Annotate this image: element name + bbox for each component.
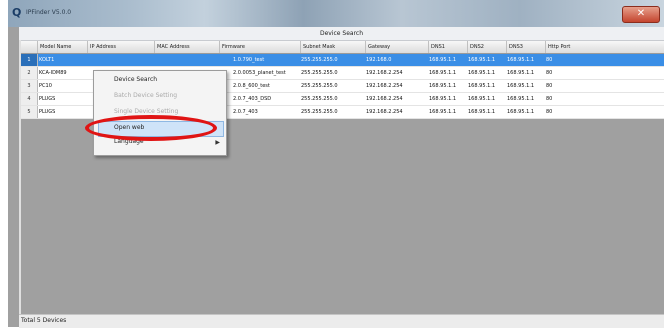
col-dns2[interactable]: DNS2 <box>467 41 508 53</box>
cell-dns2: 168.95.1.1 <box>468 83 496 89</box>
cell-dns3: 168.95.1.1 <box>507 109 535 115</box>
cell-dns3: 168.95.1.1 <box>507 70 535 76</box>
cell-dns2: 168.95.1.1 <box>468 96 496 102</box>
cell-model: PC10 <box>39 83 52 89</box>
col-ip-address[interactable]: IP Address <box>87 41 156 53</box>
col-dns1[interactable]: DNS1 <box>428 41 469 53</box>
cell-model: PLUGS <box>39 109 56 115</box>
app-magnifier-icon: Q <box>12 6 22 19</box>
cell-firmware: 2.0.0053_planet_test <box>233 70 286 76</box>
menu-item-device-search[interactable]: Device Search <box>114 73 157 87</box>
cell-ip <box>87 54 153 66</box>
menu-item-batch-device-setting[interactable]: Batch Device Setting <box>114 89 177 103</box>
row-index: 3 <box>21 80 38 92</box>
cell-subnet: 255.255.255.0 <box>301 96 338 102</box>
cell-dns1: 168.95.1.1 <box>429 96 457 102</box>
cell-dns2: 168.95.1.1 <box>468 109 496 115</box>
close-button[interactable]: ✕ <box>622 6 660 23</box>
col-firmware[interactable]: Firmware <box>219 41 302 53</box>
cell-gateway: 192.168.0 <box>366 57 392 63</box>
table-row[interactable]: 1 KOLT1 1.0.790_test 255.255.255.0 192.1… <box>21 54 664 67</box>
cell-model: PLUGS <box>39 96 56 102</box>
cell-firmware: 2.0.7_403 <box>233 109 258 115</box>
window-title: IPFinder V5.0.0 <box>26 9 72 16</box>
cell-dns1: 168.95.1.1 <box>429 83 457 89</box>
row-index: 2 <box>21 67 38 79</box>
cell-gateway: 192.168.2.254 <box>366 109 403 115</box>
row-index: 5 <box>21 106 38 118</box>
cell-http: 80 <box>546 109 553 115</box>
cell-firmware: 2.0.7_403_DSD <box>233 96 272 102</box>
status-bar: Total 5 Devices <box>19 314 664 328</box>
annotation-ellipse <box>85 115 217 141</box>
cell-dns1: 168.95.1.1 <box>429 109 457 115</box>
cell-http: 80 <box>546 70 553 76</box>
row-index: 1 <box>21 54 38 66</box>
submenu-arrow-icon: ▶ <box>215 139 220 146</box>
col-model-name[interactable]: Model Name <box>37 41 88 53</box>
cell-http: 80 <box>546 96 553 102</box>
cell-http: 80 <box>546 57 553 63</box>
cell-subnet: 255.255.255.0 <box>301 57 338 63</box>
cell-dns3: 168.95.1.1 <box>507 83 535 89</box>
cell-subnet: 255.255.255.0 <box>301 109 338 115</box>
cell-gateway: 192.168.2.254 <box>366 96 403 102</box>
cell-dns3: 168.95.1.1 <box>507 96 535 102</box>
col-http-port[interactable]: Http Port <box>545 41 588 53</box>
context-menu: Device Search Batch Device Setting Singl… <box>93 70 227 156</box>
cell-firmware: 2.0.8_600_test <box>233 83 270 89</box>
cell-subnet: 255.255.255.0 <box>301 83 338 89</box>
cell-dns1: 168.95.1.1 <box>429 57 457 63</box>
cell-http: 80 <box>546 83 553 89</box>
col-mac-address[interactable]: MAC Address <box>154 41 221 53</box>
table-header: Model Name IP Address MAC Address Firmwa… <box>21 41 664 54</box>
col-gateway[interactable]: Gateway <box>365 41 430 53</box>
cell-gateway: 192.168.2.254 <box>366 70 403 76</box>
cell-dns3: 168.95.1.1 <box>507 57 535 63</box>
cell-subnet: 255.255.255.0 <box>301 70 338 76</box>
row-index: 4 <box>21 93 38 105</box>
window-titlebar: Q IPFinder V5.0.0 ✕ <box>8 0 664 28</box>
cell-model: KOLT1 <box>39 57 55 63</box>
col-dns3[interactable]: DNS3 <box>506 41 547 53</box>
cell-dns2: 168.95.1.1 <box>468 57 496 63</box>
cell-dns2: 168.95.1.1 <box>468 70 496 76</box>
col-subnet-mask[interactable]: Subnet Mask <box>300 41 367 53</box>
dialog-header: Device Search <box>19 27 664 41</box>
cell-dns1: 168.95.1.1 <box>429 70 457 76</box>
cell-gateway: 192.168.2.254 <box>366 83 403 89</box>
status-text: Total 5 Devices <box>21 317 67 324</box>
cell-firmware: 1.0.790_test <box>233 57 265 63</box>
cell-model: KCA-IDM89 <box>39 70 67 76</box>
dialog-title: Device Search <box>319 30 364 37</box>
